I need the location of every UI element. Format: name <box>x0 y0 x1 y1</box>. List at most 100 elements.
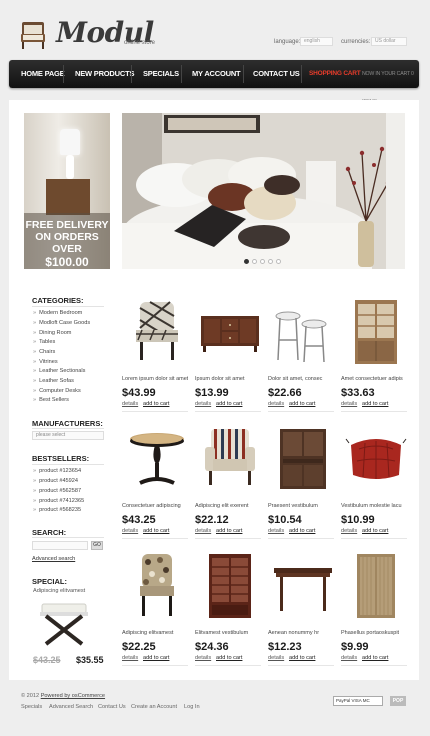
footer-link-log-in[interactable]: Log In <box>184 704 200 710</box>
language-select[interactable]: english <box>300 37 333 46</box>
product-card[interactable]: Consectetuer adipiscing $43.25 details a… <box>122 425 192 547</box>
category-link[interactable]: Modern Bedroom <box>33 310 82 316</box>
special-product-name[interactable]: Adipiscing elitvamest <box>33 588 85 594</box>
add-to-cart-link[interactable]: add to cart <box>216 401 242 407</box>
details-link[interactable]: details <box>268 655 284 661</box>
details-link[interactable]: details <box>268 401 284 407</box>
product-name[interactable]: Phasellus portaoskuspit <box>341 630 407 636</box>
details-link[interactable]: details <box>341 401 357 407</box>
details-link[interactable]: details <box>341 655 357 661</box>
category-link[interactable]: Best Sellers <box>33 397 69 403</box>
footer-link-advanced-search[interactable]: Advanced Search <box>49 704 93 710</box>
product-card[interactable]: Ipsum dolor sit amet $13.99 details add … <box>195 298 265 420</box>
currencies-select[interactable]: US dollar <box>371 37 407 46</box>
product-card[interactable]: Adipiscing elitvamest $22.25 details add… <box>122 552 192 674</box>
striped-armchair-image[interactable] <box>199 425 261 493</box>
product-card[interactable]: Adipiscing elit exerent $22.12 details a… <box>195 425 265 547</box>
cabinet-image[interactable] <box>272 425 334 493</box>
details-link[interactable]: details <box>122 528 138 534</box>
product-name[interactable]: Dolor sit amet, consec <box>268 376 334 382</box>
special-product-image[interactable] <box>36 598 92 648</box>
wardrobe-image[interactable] <box>345 552 407 620</box>
hero-slider[interactable] <box>122 113 405 269</box>
search-go-button[interactable]: GO <box>91 541 103 550</box>
product-name[interactable]: Amet consectetuer adipis <box>341 376 407 382</box>
glass-cabinet-image[interactable] <box>199 552 261 620</box>
armchair-image[interactable] <box>126 298 188 366</box>
add-to-cart-link[interactable]: add to cart <box>143 655 169 661</box>
slider-dot[interactable] <box>268 259 273 264</box>
nav-contact-us[interactable]: CONTACT US <box>253 60 300 88</box>
category-link[interactable]: Computer Desks <box>33 388 81 394</box>
product-card[interactable]: Amet consectetuer adipis $33.63 details … <box>341 298 411 420</box>
product-name[interactable]: Consectetuer adipiscing <box>122 503 188 509</box>
product-name[interactable]: Lorem ipsum dolor sit amet <box>122 376 188 382</box>
powered-by-link[interactable]: Powered by osCommerce <box>41 693 105 699</box>
details-link[interactable]: details <box>341 528 357 534</box>
add-to-cart-link[interactable]: add to cart <box>362 528 388 534</box>
add-to-cart-link[interactable]: add to cart <box>362 401 388 407</box>
product-name[interactable]: Elitvamest vestibulum <box>195 630 261 636</box>
product-name[interactable]: Ipsum dolor sit amet <box>195 376 261 382</box>
footer-link-create-account[interactable]: Create an Account <box>131 704 177 710</box>
nav-new-products[interactable]: NEW PRODUCTS <box>75 60 134 88</box>
slider-dot[interactable] <box>260 259 265 264</box>
category-link[interactable]: Tables <box>33 339 55 345</box>
details-link[interactable]: details <box>122 655 138 661</box>
sideboard-image[interactable] <box>199 298 261 366</box>
add-to-cart-link[interactable]: add to cart <box>362 655 388 661</box>
details-link[interactable]: details <box>268 528 284 534</box>
footer-link-specials[interactable]: Specials <box>21 704 42 710</box>
product-name[interactable]: Adipiscing elitvamest <box>122 630 188 636</box>
product-card[interactable]: Elitvamest vestibulum $24.36 details add… <box>195 552 265 674</box>
nav-shopping-cart[interactable]: SHOPPING CART <box>309 60 361 88</box>
product-card[interactable]: Phasellus portaoskuspit $9.99 details ad… <box>341 552 411 674</box>
bestseller-link[interactable]: product #568235 <box>33 507 81 513</box>
manufacturers-select[interactable]: please select <box>32 431 104 440</box>
product-card[interactable]: Dolor sit amet, consec $22.66 details ad… <box>268 298 338 420</box>
product-name[interactable]: Vestibulum molestie lacu <box>341 503 407 509</box>
dining-table-image[interactable] <box>272 552 334 620</box>
slider-dot[interactable] <box>276 259 281 264</box>
product-name[interactable]: Aenean nonummy hr <box>268 630 334 636</box>
slider-dot[interactable] <box>252 259 257 264</box>
details-link[interactable]: details <box>122 401 138 407</box>
add-to-cart-link[interactable]: add to cart <box>216 655 242 661</box>
nav-my-account[interactable]: MY ACCOUNT <box>192 60 241 88</box>
category-link[interactable]: Leather Sectionals <box>33 368 85 374</box>
bookcase-image[interactable] <box>345 298 407 366</box>
free-delivery-banner[interactable]: FREE DELIVERY ON ORDERS OVER $100.00 <box>24 113 110 269</box>
category-link[interactable]: Dining Room <box>33 330 71 336</box>
patterned-chair-image[interactable] <box>126 552 188 620</box>
footer-link-contact-us[interactable]: Contact Us <box>98 704 126 710</box>
bestseller-link[interactable]: product #123654 <box>33 468 81 474</box>
details-link[interactable]: details <box>195 655 211 661</box>
add-to-cart-link[interactable]: add to cart <box>143 401 169 407</box>
add-to-cart-link[interactable]: add to cart <box>289 655 315 661</box>
category-link[interactable]: Modloft Case Goods <box>33 320 90 326</box>
logo-chair-icon[interactable] <box>20 20 46 50</box>
bestseller-link[interactable]: product #7412365 <box>33 498 84 504</box>
add-to-cart-link[interactable]: add to cart <box>143 528 169 534</box>
product-card[interactable]: Lorem ipsum dolor sit amet $43.99 detail… <box>122 298 192 420</box>
slider-dot[interactable] <box>244 259 249 264</box>
product-name[interactable]: Praesent vestibulum <box>268 503 334 509</box>
search-input[interactable] <box>32 541 88 550</box>
add-to-cart-link[interactable]: add to cart <box>289 528 315 534</box>
advanced-search-link[interactable]: Advanced search <box>32 556 75 562</box>
product-card[interactable]: Praesent vestibulum $10.54 details add t… <box>268 425 338 547</box>
details-link[interactable]: details <box>195 528 211 534</box>
category-link[interactable]: Leather Sofas <box>33 378 74 384</box>
category-link[interactable]: Vitrines <box>33 359 58 365</box>
bestseller-link[interactable]: product #45924 <box>33 478 78 484</box>
round-table-image[interactable] <box>126 425 188 493</box>
product-card[interactable]: Vestibulum molestie lacu $10.99 details … <box>341 425 411 547</box>
nav-specials[interactable]: SPECIALS <box>143 60 179 88</box>
nav-home[interactable]: HOME PAGE <box>21 60 65 88</box>
add-to-cart-link[interactable]: add to cart <box>289 401 315 407</box>
product-card[interactable]: Aenean nonummy hr $12.23 details add to … <box>268 552 338 674</box>
bestseller-link[interactable]: product #562587 <box>33 488 81 494</box>
add-to-cart-link[interactable]: add to cart <box>216 528 242 534</box>
bar-stools-image[interactable] <box>272 298 334 366</box>
category-link[interactable]: Chairs <box>33 349 55 355</box>
